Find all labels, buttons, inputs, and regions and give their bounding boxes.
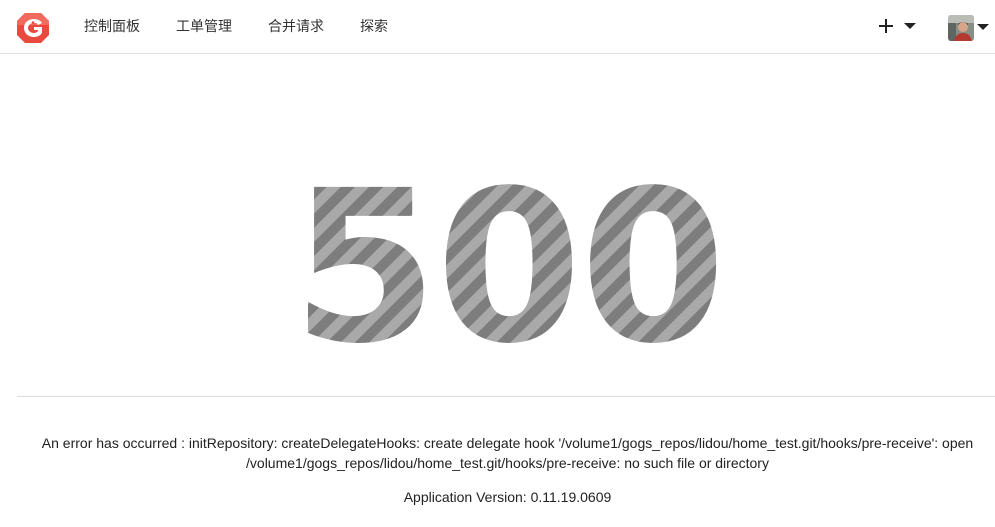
chevron-down-icon bbox=[977, 24, 989, 30]
avatar bbox=[948, 15, 974, 41]
plus-icon bbox=[879, 19, 893, 33]
nav-item-dashboard[interactable]: 控制面板 bbox=[84, 17, 140, 37]
user-menu-dropdown[interactable] bbox=[947, 14, 993, 42]
divider bbox=[17, 396, 995, 397]
create-new-dropdown[interactable] bbox=[876, 15, 920, 39]
chevron-down-icon bbox=[904, 23, 916, 29]
gogs-logo-icon[interactable] bbox=[16, 11, 50, 45]
nav-item-issues[interactable]: 工单管理 bbox=[176, 17, 232, 37]
nav-item-explore[interactable]: 探索 bbox=[360, 17, 388, 37]
error-code-text: 500 bbox=[292, 160, 724, 375]
nav-item-pull-requests[interactable]: 合并请求 bbox=[268, 17, 324, 37]
app-version: Application Version: 0.11.19.0609 bbox=[403, 489, 612, 505]
error-code-500: 500 bbox=[292, 160, 726, 375]
top-navbar: 控制面板 工单管理 合并请求 探索 bbox=[0, 0, 995, 54]
error-message: An error has occurred : initRepository: … bbox=[41, 435, 974, 471]
